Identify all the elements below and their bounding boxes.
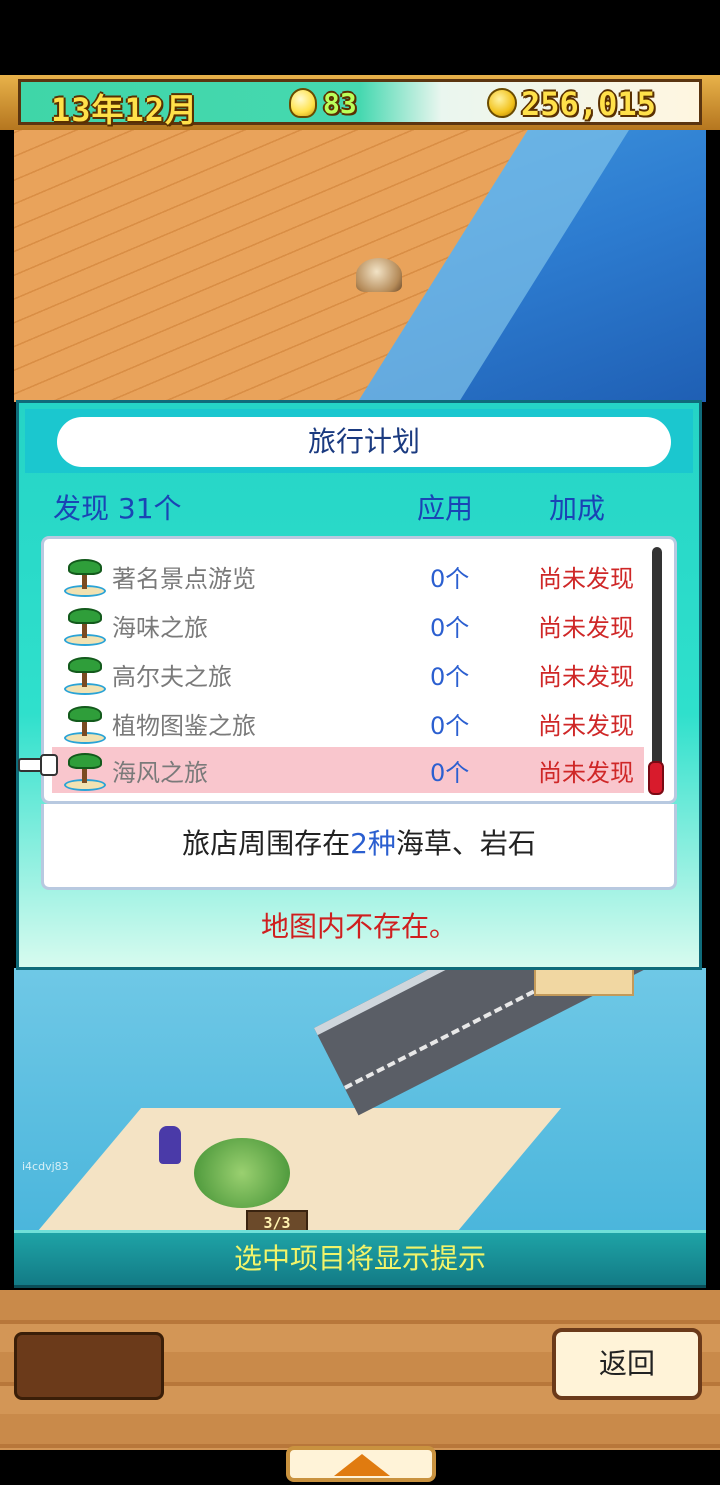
plan-bonus-status: 尚未发现 — [538, 759, 634, 787]
scrollbar-thumb[interactable] — [648, 761, 664, 795]
list-item[interactable]: 高尔夫之旅 0个 尚未发现 — [52, 651, 644, 697]
date-display: 13年12月 — [51, 91, 199, 129]
plan-name: 高尔夫之旅 — [112, 663, 232, 691]
status-bar-panel: 13年12月 83 256,015 — [18, 79, 702, 129]
plan-hint-area: 旅店周围存在2种海草、岩石 — [41, 804, 677, 890]
palm-island-icon — [62, 655, 108, 695]
plan-bonus-status: 尚未发现 — [538, 712, 634, 740]
expand-menu-button[interactable] — [286, 1446, 436, 1482]
list-item[interactable]: 海味之旅 0个 尚未发现 — [52, 602, 644, 648]
ideas-count: 83 — [323, 87, 357, 120]
hint-text-prefix: 旅店周围存在 — [182, 827, 351, 860]
plan-name: 海风之旅 — [112, 759, 208, 787]
plan-bonus-status: 尚未发现 — [538, 614, 634, 642]
travel-plan-list[interactable]: 著名景点游览 0个 尚未发现 海味之旅 0个 尚未发现 高尔夫之旅 0个 尚未发… — [41, 536, 677, 804]
plan-applied-count: 0个 — [430, 565, 470, 593]
lightbulb-icon — [289, 88, 317, 118]
list-item[interactable]: 著名景点游览 0个 尚未发现 — [52, 553, 644, 599]
list-item-selected[interactable]: 海风之旅 0个 尚未发现 — [52, 747, 644, 793]
list-scrollbar[interactable] — [652, 547, 662, 793]
watermark-text: i4cdvj83 — [22, 1160, 69, 1173]
plan-name: 植物图鉴之旅 — [112, 712, 256, 740]
back-button[interactable]: 返回 — [552, 1328, 702, 1400]
chevron-up-icon — [334, 1454, 390, 1476]
plan-name: 著名景点游览 — [112, 565, 256, 593]
palm-island-icon — [62, 557, 108, 597]
hint-text-suffix: 海草、岩石 — [395, 827, 536, 860]
palm-island-icon — [62, 751, 108, 791]
plan-bonus-status: 尚未发现 — [538, 565, 634, 593]
plan-applied-count: 0个 — [430, 663, 470, 691]
status-bar: 13年12月 83 256,015 — [0, 75, 720, 130]
bridge-road — [314, 968, 706, 1116]
plan-name: 海味之旅 — [112, 614, 208, 642]
plan-bonus-status: 尚未发现 — [538, 663, 634, 691]
travel-plan-dialog: 旅行计划 发现 31个 应用 加成 著名景点游览 0个 尚未发现 海味之旅 0个… — [16, 400, 702, 970]
footer-panel: 返回 — [0, 1290, 720, 1450]
palm-island-icon — [62, 606, 108, 646]
empty-button-slot — [14, 1332, 164, 1400]
palm-island-icon — [62, 704, 108, 744]
tip-bar: 选中项目将显示提示 — [14, 1230, 706, 1288]
game-scene-top[interactable] — [14, 130, 706, 402]
availability-status: 地图内不存在。 — [260, 910, 457, 943]
flowering-tree — [194, 1138, 290, 1208]
apply-column-header: 应用 — [417, 492, 474, 525]
room-count-badge: 3/3 — [246, 1210, 308, 1230]
hermit-crab-sprite — [356, 258, 402, 292]
plan-applied-count: 0个 — [430, 614, 470, 642]
plan-applied-count: 0个 — [430, 759, 470, 787]
game-scene-bottom[interactable]: 3/3 — [14, 968, 706, 1230]
plan-applied-count: 0个 — [430, 712, 470, 740]
list-item[interactable]: 植物图鉴之旅 0个 尚未发现 — [52, 700, 644, 746]
money-display: 256,015 — [521, 85, 656, 123]
dialog-title-bar: 旅行计划 — [25, 409, 693, 473]
shop-building — [534, 968, 634, 996]
discovered-count-label: 发现 31个 — [53, 492, 182, 525]
hint-text-highlight: 2种 — [350, 827, 396, 860]
villager-sprite — [159, 1126, 181, 1164]
coin-icon — [487, 88, 517, 118]
bonus-column-header: 加成 — [549, 492, 606, 525]
dialog-title: 旅行计划 — [57, 417, 671, 467]
pointing-hand-icon — [18, 752, 58, 778]
